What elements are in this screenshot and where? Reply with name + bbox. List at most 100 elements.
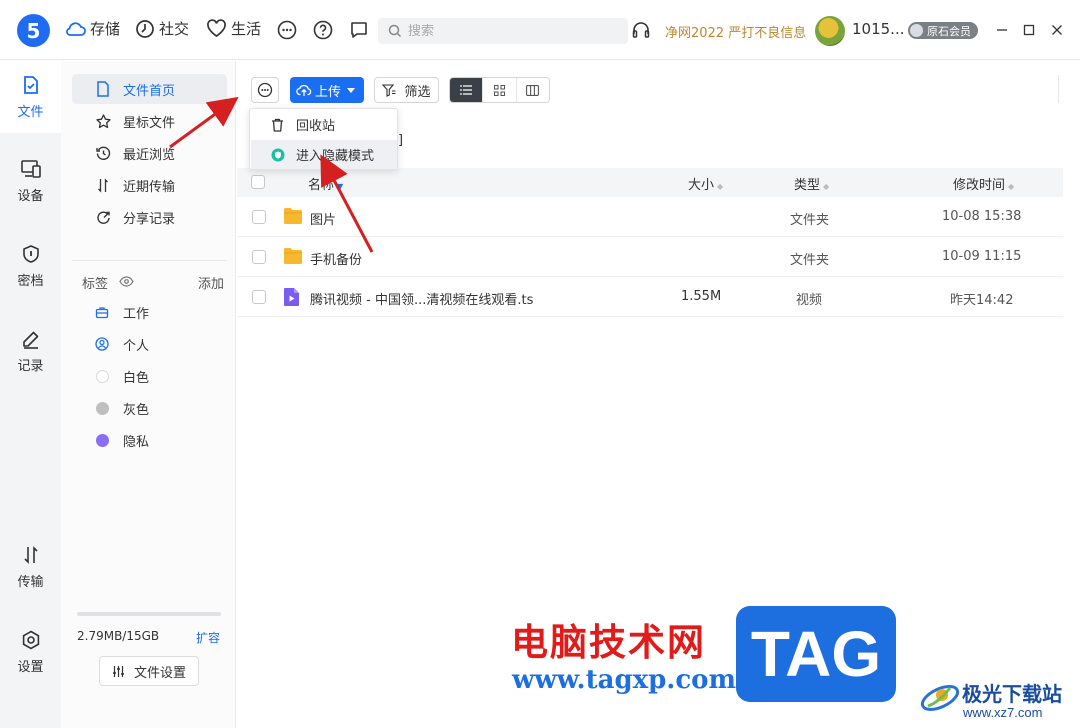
search-box[interactable] [378, 18, 628, 44]
left-rail: 文件 设备 密档 记录 传输 设置 [0, 61, 61, 728]
person-icon [95, 337, 109, 351]
pen-icon [22, 331, 38, 349]
column-header-type[interactable]: 类型 ◆ [794, 174, 829, 193]
search-input[interactable] [408, 23, 588, 39]
table-row[interactable]: 腾讯视频 - 中国领...清视频在线观看.ts 1.55M 视频 昨天14:42 [237, 277, 1063, 317]
tag-item-gray[interactable]: 灰色 [95, 398, 149, 418]
tag-item-white[interactable]: 白色 [95, 366, 149, 386]
avatar[interactable] [815, 16, 845, 46]
tag-item-personal[interactable]: 个人 [95, 334, 149, 354]
column-header-name[interactable]: 名称 ▼ [308, 174, 343, 193]
sidebar-label-transfers: 近期传输 [123, 179, 176, 195]
rail-item-settings[interactable]: 设置 [0, 616, 61, 688]
tags-header: 标签 添加 [82, 273, 224, 292]
upload-button[interactable]: 上传 [290, 77, 364, 103]
list-view-button[interactable] [450, 78, 484, 102]
row-checkbox[interactable] [252, 210, 266, 224]
close-button[interactable] [1048, 21, 1066, 39]
purple-dot-icon [95, 433, 109, 447]
table-row[interactable]: 图片 文件夹 10-08 15:38 [237, 197, 1063, 237]
filter-button[interactable]: 筛选 [374, 77, 439, 103]
column-header-modified[interactable]: 修改时间 ◆ [953, 174, 1014, 193]
menu-label-recycle-bin: 回收站 [296, 119, 336, 134]
cloud-icon [66, 21, 86, 36]
watermark-site-url: www.xz7.com [963, 705, 1043, 720]
message-icon[interactable] [348, 19, 370, 41]
file-settings-button[interactable]: 文件设置 [99, 656, 199, 686]
menu-item-recycle-bin[interactable]: 回收站 [251, 110, 397, 139]
columns-icon [526, 84, 540, 96]
tag-label-gray: 灰色 [123, 402, 150, 418]
promo-text[interactable]: 净网2022 严打不良信息 [665, 22, 806, 41]
nav-storage-label: 存储 [90, 20, 121, 38]
sidebar-label-recent: 最近浏览 [123, 147, 176, 163]
nav-life[interactable]: 生活 [206, 18, 261, 39]
toolbar-divider [1058, 75, 1059, 103]
column-header-size[interactable]: 大小 ◆ [688, 174, 723, 193]
eye-icon[interactable] [119, 276, 134, 287]
sidebar-item-home[interactable]: 文件首页 [72, 74, 227, 104]
shield-icon [22, 244, 39, 263]
nav-storage[interactable]: 存储 [64, 18, 120, 39]
table-row[interactable]: 手机备份 文件夹 10-09 11:15 [237, 237, 1063, 277]
sidebar-label-home: 文件首页 [123, 83, 176, 99]
rail-item-notes[interactable]: 记录 [0, 315, 61, 387]
file-table-header: 名称 ▼ 大小 ◆ 类型 ◆ 修改时间 ◆ [237, 168, 1063, 197]
upload-label: 上传 [314, 84, 341, 100]
video-file-icon [284, 288, 299, 306]
history-icon [96, 146, 111, 160]
storage-quota-bar [77, 612, 221, 616]
nav-social[interactable]: 社交 [135, 18, 189, 39]
file-modified: 昨天14:42 [950, 293, 1014, 308]
sidebar-item-starred[interactable]: 星标文件 [72, 106, 227, 136]
file-size: 1.55M [681, 289, 722, 304]
grid-view-button[interactable] [483, 78, 517, 102]
tag-item-private[interactable]: 隐私 [95, 430, 149, 450]
sidebar-item-shares[interactable]: 分享记录 [72, 202, 227, 232]
username[interactable]: 1015... [852, 20, 904, 38]
view-mode-toggle [449, 77, 550, 103]
row-checkbox[interactable] [252, 290, 266, 304]
member-gem-icon [910, 24, 923, 37]
tag-item-work[interactable]: 工作 [95, 302, 149, 322]
rail-item-devices[interactable]: 设备 [0, 145, 61, 217]
row-checkbox[interactable] [252, 250, 266, 264]
rail-item-transfer[interactable]: 传输 [0, 531, 61, 603]
member-badge-label: 原石会员 [927, 24, 971, 38]
column-type-label: 类型 [794, 178, 821, 193]
file-modified: 10-09 11:15 [942, 249, 1022, 264]
minimize-button[interactable] [993, 21, 1011, 39]
file-icon [23, 75, 38, 94]
expand-storage-link[interactable]: 扩容 [196, 629, 220, 646]
sidebar-item-recent[interactable]: 最近浏览 [72, 138, 227, 168]
clock-icon [136, 19, 154, 38]
rail-label-notes: 记录 [17, 358, 44, 374]
rail-item-files[interactable]: 文件 [0, 61, 61, 133]
member-badge[interactable]: 原石会员 [908, 22, 978, 39]
rail-item-vault[interactable]: 密档 [0, 230, 61, 302]
add-tag-button[interactable]: 添加 [198, 273, 224, 292]
more-actions-menu: 回收站 进入隐藏模式 [249, 108, 398, 170]
file-name: 图片 [310, 213, 337, 228]
more-actions-button[interactable] [251, 77, 279, 103]
help-icon[interactable] [312, 19, 334, 41]
folder-icon [284, 208, 302, 224]
caret-down-icon [347, 87, 355, 93]
app-logo[interactable]: 5 [17, 14, 50, 47]
menu-item-hidden-mode[interactable]: 进入隐藏模式 [251, 140, 397, 169]
sidebar-label-shares: 分享记录 [123, 211, 176, 227]
maximize-button[interactable] [1020, 21, 1038, 39]
sidebar-item-transfers[interactable]: 近期传输 [72, 170, 227, 200]
nav-life-label: 生活 [231, 20, 262, 38]
more-apps-icon[interactable] [276, 19, 298, 41]
gray-dot-icon [95, 401, 109, 415]
breadcrumb-fragment: ] [398, 133, 404, 148]
sidebar: 文件首页 星标文件 最近浏览 近期传输 分享记录 标签 添加 工作 个人 白色 … [61, 61, 236, 728]
headset-icon[interactable] [630, 19, 652, 41]
transfer-icon [23, 545, 38, 564]
column-view-button[interactable] [516, 78, 549, 102]
grid-icon [493, 84, 505, 96]
rail-label-settings: 设置 [17, 659, 44, 675]
select-all-checkbox[interactable] [251, 175, 265, 189]
upload-cloud-icon [296, 84, 312, 96]
